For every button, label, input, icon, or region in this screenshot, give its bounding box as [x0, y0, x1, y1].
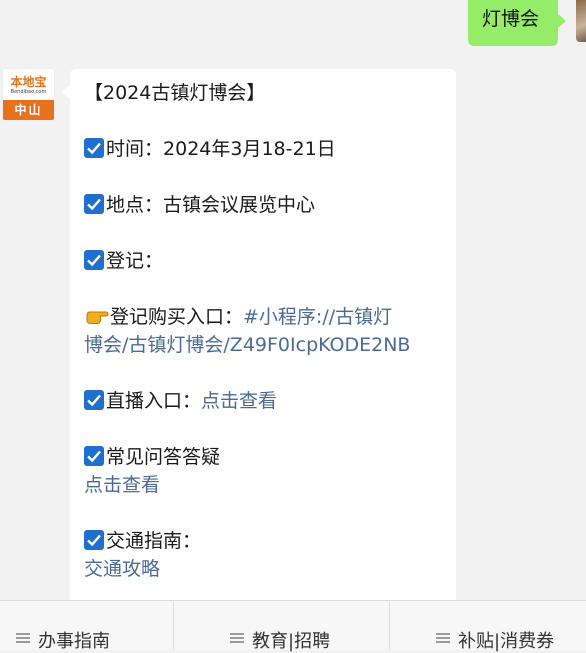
- time-line: 时间：2024年3月18-21日: [84, 135, 442, 163]
- buy-label: 登记购买入口：: [110, 306, 244, 328]
- place-label: 地点：: [106, 194, 164, 216]
- faq-label: 常见问答答疑: [106, 446, 221, 468]
- bottom-menu: 办事指南 教育|招聘 补贴|消费券: [0, 600, 586, 652]
- bot-avatar[interactable]: 本地宝 Bendibao.com 中山: [3, 69, 54, 120]
- mini-program-link-cont[interactable]: 博会/古镇灯博会/Z49F0IcpKODE2NB: [84, 334, 410, 356]
- traffic-link[interactable]: 交通攻略: [84, 558, 160, 580]
- menu-icon: [230, 631, 244, 645]
- incoming-message-bubble: 【2024古镇灯博会】 时间：2024年3月18-21日 地点：古镇会议展览中心…: [62, 69, 456, 609]
- avatar-brand-text: 本地宝: [10, 75, 47, 89]
- traffic-line: 交通指南： 交通攻略: [84, 527, 442, 583]
- menu-item-subsidy[interactable]: 补贴|消费券: [390, 601, 586, 652]
- live-link[interactable]: 点击查看: [201, 390, 277, 412]
- faq-line: 常见问答答疑点击查看: [84, 443, 442, 499]
- check-mark-icon: [84, 530, 104, 550]
- menu-icon: [436, 631, 450, 645]
- menu-item-education[interactable]: 教育|招聘: [174, 601, 390, 652]
- pointing-hand-icon: [84, 306, 110, 326]
- menu-item-guide[interactable]: 办事指南: [0, 601, 174, 652]
- avatar-brand-url: Bendibao.com: [10, 89, 47, 95]
- check-mark-icon: [84, 390, 104, 410]
- register-line: 登记：: [84, 247, 442, 275]
- menu-icon: [16, 631, 30, 645]
- place-value: 古镇会议展览中心: [163, 194, 316, 216]
- check-mark-icon: [84, 138, 104, 158]
- buy-line: 登记购买入口：#小程序://古镇灯博会/古镇灯博会/Z49F0IcpKODE2N…: [84, 303, 442, 359]
- live-line: 直播入口：点击查看: [84, 387, 442, 415]
- check-mark-icon: [84, 194, 104, 214]
- message-title: 【2024古镇灯博会】: [84, 82, 266, 104]
- user-avatar[interactable]: [576, 0, 586, 42]
- place-line: 地点：古镇会议展览中心: [84, 191, 442, 219]
- outgoing-message-text: 灯博会: [482, 8, 540, 30]
- live-label: 直播入口：: [106, 390, 202, 412]
- time-label: 时间：: [106, 138, 164, 160]
- register-label: 登记：: [106, 250, 164, 272]
- traffic-label: 交通指南：: [106, 530, 202, 552]
- avatar-city-text: 中山: [3, 100, 54, 120]
- check-mark-icon: [84, 250, 104, 270]
- faq-link[interactable]: 点击查看: [84, 474, 160, 496]
- mini-program-link[interactable]: #小程序://古镇灯: [243, 306, 392, 328]
- outgoing-message-bubble[interactable]: 灯博会: [468, 0, 566, 46]
- time-value: 2024年3月18-21日: [163, 138, 336, 160]
- check-mark-icon: [84, 446, 104, 466]
